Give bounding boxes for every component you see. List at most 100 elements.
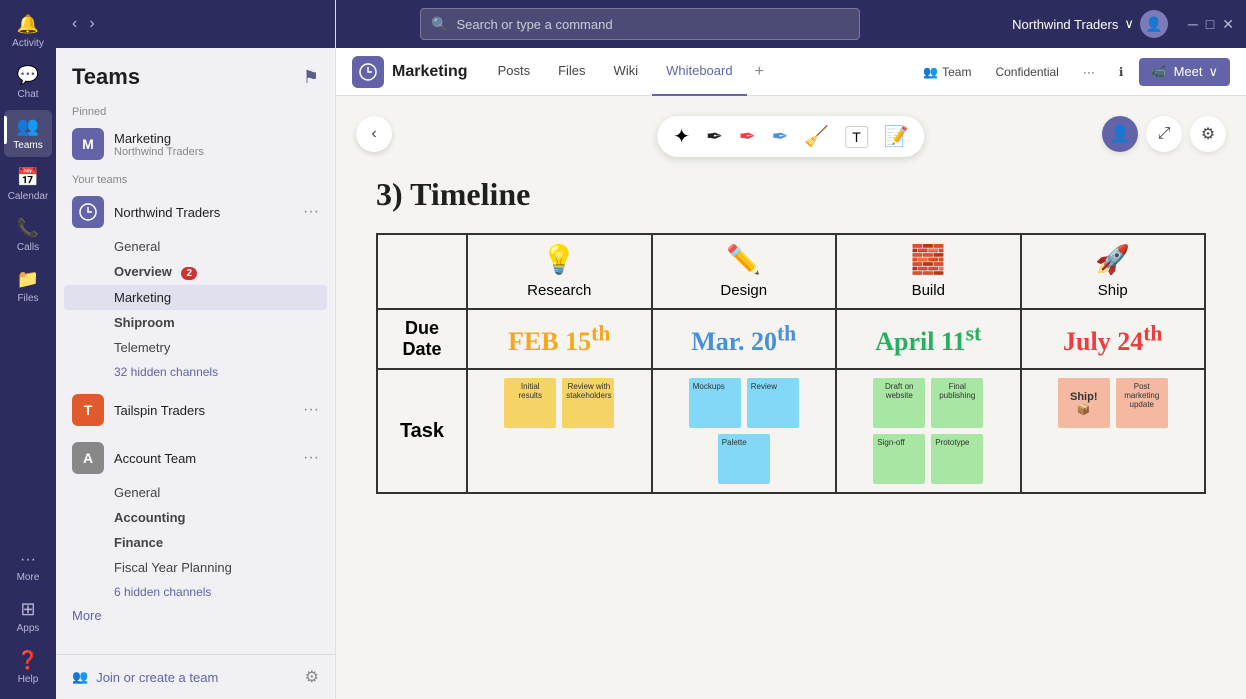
task-research: Initial results Review with stakeholders — [467, 369, 652, 493]
back-arrow[interactable]: ‹ — [68, 13, 81, 35]
confidential-button[interactable]: Confidential — [987, 61, 1066, 83]
channel-accounting[interactable]: Accounting — [64, 505, 327, 530]
channel-shiproom[interactable]: Shiproom — [64, 310, 327, 335]
minimize-button[interactable]: ─ — [1188, 16, 1198, 33]
tailspin-info: Tailspin Traders — [114, 403, 303, 418]
rail-item-teams[interactable]: 👥 Teams — [4, 110, 52, 157]
team-tailspin[interactable]: T Tailspin Traders ··· — [64, 388, 327, 432]
maximize-button[interactable]: □ — [1206, 16, 1214, 33]
wb-tool-sticky[interactable]: 📝 — [884, 124, 909, 149]
phase-research: 💡 Research — [467, 234, 652, 309]
account-dots[interactable]: ··· — [303, 449, 319, 467]
phase-design: ✏️ Design — [652, 234, 837, 309]
northwind-avatar — [72, 196, 104, 228]
sticky-draft: Draft on website — [873, 378, 925, 428]
channel-general-1[interactable]: General — [64, 234, 327, 259]
tab-files[interactable]: Files — [544, 48, 599, 96]
build-icon: 🧱 — [845, 243, 1012, 276]
participant-icon: 👤 — [1110, 124, 1130, 144]
team-icon: 👥 — [923, 65, 938, 79]
filter-icon[interactable]: ⚑ — [303, 67, 319, 88]
wb-settings-button[interactable]: ⚙ — [1190, 116, 1226, 152]
search-input[interactable] — [456, 17, 849, 32]
channel-overview[interactable]: Overview 2 — [64, 259, 327, 285]
rail-item-activity[interactable]: 🔔 Activity — [4, 8, 52, 55]
date-mar: Mar. 20th — [652, 309, 837, 369]
channel-finance[interactable]: Finance — [64, 530, 327, 555]
overview-badge: 2 — [181, 267, 197, 280]
rail-label-chat: Chat — [17, 89, 38, 100]
join-team-button[interactable]: 👥 Join or create a team — [72, 669, 218, 685]
sticky-prototype: Prototype — [931, 434, 983, 484]
forward-arrow[interactable]: › — [85, 13, 98, 35]
wb-share-button[interactable]: ⤢ — [1146, 116, 1182, 152]
northwind-name: Northwind Traders — [114, 205, 303, 220]
wb-actions: 👤 ⤢ ⚙ — [1102, 116, 1226, 152]
channel-fiscal[interactable]: Fiscal Year Planning — [64, 555, 327, 580]
wb-tool-pen-red[interactable]: ✒ — [739, 124, 756, 149]
wb-back-button[interactable]: ‹ — [356, 116, 392, 152]
research-label: Research — [527, 282, 591, 299]
wb-tool-pen-blue[interactable]: ✒ — [772, 124, 789, 149]
northwind-dots[interactable]: ··· — [303, 203, 319, 221]
research-icon: 💡 — [476, 243, 643, 276]
rail-item-calls[interactable]: 📞 Calls — [4, 212, 52, 259]
wb-toolbar: ✦ ✒ ✒ ✒ 🧹 T 📝 — [657, 116, 924, 157]
task-design: Mockups Review Palette — [652, 369, 837, 493]
rail-item-chat[interactable]: 💬 Chat — [4, 59, 52, 106]
team-account[interactable]: A Account Team ··· — [64, 436, 327, 480]
more-teams-label[interactable]: More — [64, 604, 327, 627]
wb-tool-text[interactable]: T — [845, 126, 868, 148]
channel-hidden-1[interactable]: 32 hidden channels — [64, 360, 327, 384]
more-options-button[interactable]: ··· — [1075, 61, 1103, 83]
date-jul: July 24th — [1021, 309, 1206, 369]
search-icon: 🔍 — [431, 16, 448, 33]
wb-tool-eraser[interactable]: 🧹 — [804, 124, 829, 149]
channel-general-2[interactable]: General — [64, 480, 327, 505]
rail-label-apps: Apps — [17, 623, 40, 634]
tab-posts[interactable]: Posts — [484, 48, 545, 96]
rail-label-calendar: Calendar — [8, 191, 49, 202]
pinned-marketing[interactable]: M Marketing Northwind Traders — [64, 122, 327, 166]
nav-arrows: ‹ › — [68, 13, 99, 35]
meet-label: Meet — [1174, 64, 1203, 79]
rail-item-calendar[interactable]: 📅 Calendar — [4, 161, 52, 208]
top-bar: 🔍 Northwind Traders ∨ 👤 ─ □ ✕ — [336, 0, 1246, 48]
tab-wiki[interactable]: Wiki — [600, 48, 653, 96]
ship-label: Ship — [1098, 282, 1128, 299]
your-teams-label: Your teams — [64, 166, 327, 190]
sticky-mockups: Mockups — [689, 378, 741, 428]
team-northwind[interactable]: Northwind Traders ··· — [64, 190, 327, 234]
info-button[interactable]: ℹ — [1111, 61, 1132, 83]
settings-icon[interactable]: ⚙ — [305, 667, 319, 687]
channel-hidden-2[interactable]: 6 hidden channels — [64, 580, 327, 604]
due-date-label: DueDate — [377, 309, 467, 369]
rail-item-files[interactable]: 📁 Files — [4, 263, 52, 310]
wb-participant-button[interactable]: 👤 — [1102, 116, 1138, 152]
rail-item-help[interactable]: ❓ Help — [4, 644, 52, 691]
pinned-marketing-info: Marketing Northwind Traders — [114, 131, 319, 158]
team-button[interactable]: 👥 Team — [915, 61, 979, 83]
sticky-ship: Ship! 📦 — [1058, 378, 1110, 428]
search-bar[interactable]: 🔍 — [420, 8, 860, 40]
account-avatar: A — [72, 442, 104, 474]
rail-label-more: More — [17, 572, 40, 583]
close-button[interactable]: ✕ — [1222, 16, 1234, 33]
wb-tool-pen-black[interactable]: ✒ — [706, 124, 723, 149]
channel-telemetry[interactable]: Telemetry — [64, 335, 327, 360]
help-icon: ❓ — [17, 650, 39, 671]
tailspin-avatar: T — [72, 394, 104, 426]
user-info[interactable]: Northwind Traders ∨ 👤 — [1012, 10, 1168, 38]
channel-name: Marketing — [392, 63, 468, 81]
wb-tool-select[interactable]: ✦ — [673, 124, 690, 149]
tailspin-dots[interactable]: ··· — [303, 401, 319, 419]
header-right: 👥 Team Confidential ··· ℹ 📹 Meet ∨ — [915, 58, 1230, 86]
activity-icon: 🔔 — [17, 14, 39, 35]
meet-button[interactable]: 📹 Meet ∨ — [1139, 58, 1230, 86]
add-tab-button[interactable]: + — [747, 63, 772, 81]
rail-item-more[interactable]: ··· More — [4, 545, 52, 589]
rail-item-apps[interactable]: ⊞ Apps — [4, 593, 52, 640]
tab-whiteboard[interactable]: Whiteboard — [652, 48, 746, 96]
tailspin-name: Tailspin Traders — [114, 403, 303, 418]
channel-marketing[interactable]: Marketing — [64, 285, 327, 310]
